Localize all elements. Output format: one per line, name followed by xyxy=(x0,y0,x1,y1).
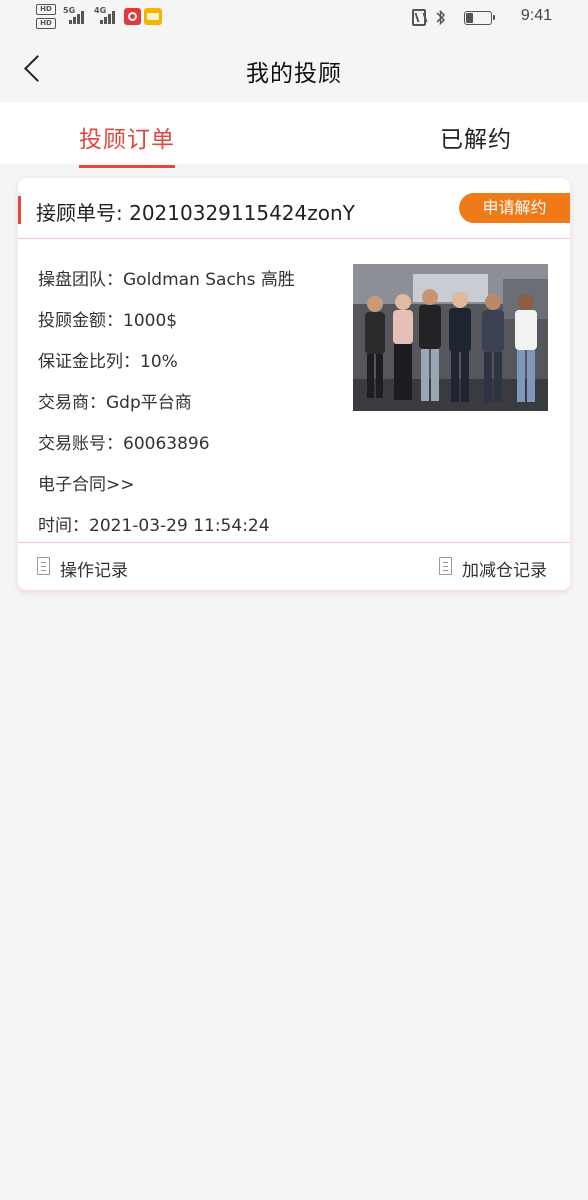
order-card-header: 接顾单号: 20210329115424zonY 申请解约 xyxy=(18,178,570,239)
battery-level xyxy=(466,13,473,23)
tab-bar: 投顾订单 已解约 xyxy=(0,102,588,168)
app-notification-icon-2 xyxy=(144,8,162,25)
signal-strength-icon-2 xyxy=(100,10,120,24)
nfc-icon xyxy=(412,9,426,26)
apply-cancel-button[interactable]: 申请解约 xyxy=(459,193,570,223)
header-accent-bar xyxy=(18,196,21,224)
operation-record-label: 操作记录 xyxy=(60,561,128,581)
nav-bar: 我的投顾 xyxy=(0,36,588,102)
order-card-footer: 操作记录 加减仓记录 xyxy=(18,542,570,590)
info-broker: 交易商：Gdp平台商 xyxy=(38,393,192,413)
bluetooth-icon xyxy=(436,9,446,26)
status-right-indicators: 9:41 xyxy=(382,7,552,27)
info-trading-team: 操盘团队：Goldman Sachs 高胜 xyxy=(38,270,295,290)
app-notification-icon xyxy=(124,8,141,25)
order-card: 接顾单号: 20210329115424zonY 申请解约 操盘团队：Goldm… xyxy=(18,178,570,590)
page-title: 我的投顾 xyxy=(246,61,342,87)
document-icon xyxy=(439,557,452,575)
document-icon xyxy=(37,557,50,575)
tab-advisory-orders[interactable]: 投顾订单 xyxy=(79,120,175,168)
hd-badge-2: HD xyxy=(36,18,56,29)
position-adjust-record-label: 加减仓记录 xyxy=(462,561,547,581)
status-clock: 9:41 xyxy=(520,7,552,24)
e-contract-link[interactable]: 电子合同>> xyxy=(38,470,135,495)
info-order-time: 时间：2021-03-29 11:54:24 xyxy=(38,516,270,536)
hd-badges: HD HD xyxy=(36,4,58,32)
signal-strength-icon xyxy=(69,10,89,24)
tab-terminated[interactable]: 已解约 xyxy=(440,120,512,154)
hd-badge-1: HD xyxy=(36,4,56,15)
info-account-number: 交易账号：60063896 xyxy=(38,434,210,454)
info-advisory-amount: 投顾金额：1000$ xyxy=(38,311,178,331)
team-photo xyxy=(353,264,548,411)
order-card-body: 操盘团队：Goldman Sachs 高胜 投顾金额：1000$ 保证金比列：1… xyxy=(18,239,570,542)
status-bar: HD HD 5G 4G 9:41 xyxy=(0,0,588,36)
info-margin-ratio: 保证金比列：10% xyxy=(38,352,178,372)
order-number: 接顾单号: 20210329115424zonY xyxy=(36,201,355,225)
battery-icon xyxy=(464,11,495,25)
